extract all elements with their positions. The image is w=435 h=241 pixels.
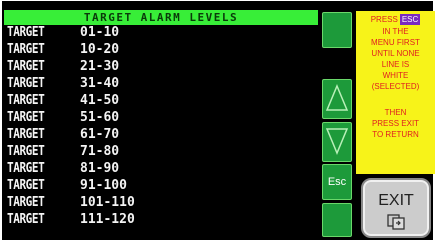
help-line: LINE IS bbox=[381, 60, 410, 69]
arrow-down-icon bbox=[325, 128, 349, 155]
scroll-up-button[interactable] bbox=[322, 79, 352, 119]
help-line: UNTIL NONE bbox=[371, 49, 420, 58]
help-press-text: PRESS bbox=[370, 15, 398, 24]
target-label: TARGET bbox=[7, 42, 45, 57]
target-row[interactable]: TARGET 111-120 bbox=[4, 212, 318, 228]
nav-blank-top-button[interactable] bbox=[322, 12, 352, 48]
exit-icon bbox=[387, 214, 405, 230]
target-row[interactable]: TARGET 61-70 bbox=[4, 127, 318, 143]
target-row[interactable]: TARGET 91-100 bbox=[4, 178, 318, 194]
target-row[interactable]: TARGET 101-110 bbox=[4, 195, 318, 211]
help-line-press: PRESS ESC bbox=[356, 14, 435, 25]
target-label: TARGET bbox=[7, 76, 45, 91]
target-range: 71-80 bbox=[80, 144, 120, 159]
target-row[interactable]: TARGET 10-20 bbox=[4, 42, 318, 58]
target-label: TARGET bbox=[7, 178, 45, 193]
target-range: 61-70 bbox=[80, 127, 120, 142]
target-label: TARGET bbox=[7, 161, 45, 176]
target-row[interactable]: TARGET 71-80 bbox=[4, 144, 318, 160]
target-label: TARGET bbox=[7, 127, 45, 142]
target-range: 41-50 bbox=[80, 93, 120, 108]
help-line: PRESS EXIT bbox=[371, 119, 420, 128]
target-range: 101-110 bbox=[80, 195, 135, 210]
help-line: (SELECTED) bbox=[371, 82, 420, 91]
target-label: TARGET bbox=[7, 212, 45, 227]
help-panel: PRESS ESC IN THE MENU FIRST UNTIL NONE LI… bbox=[356, 11, 435, 174]
target-range: 21-30 bbox=[80, 59, 120, 74]
target-label: TARGET bbox=[7, 25, 45, 40]
target-row[interactable]: TARGET 81-90 bbox=[4, 161, 318, 177]
help-line: TO RETURN bbox=[372, 130, 419, 139]
target-row[interactable]: TARGET 41-50 bbox=[4, 93, 318, 109]
target-label: TARGET bbox=[7, 195, 45, 210]
help-line: MENU FIRST bbox=[371, 38, 420, 47]
help-line: THEN bbox=[384, 108, 407, 117]
target-range: 81-90 bbox=[80, 161, 120, 176]
target-row[interactable]: TARGET 01-10 bbox=[4, 25, 318, 41]
target-range: 91-100 bbox=[80, 178, 127, 193]
target-range: 01-10 bbox=[80, 25, 120, 40]
nav-column: Esc bbox=[320, 11, 354, 237]
scroll-down-button[interactable] bbox=[322, 122, 352, 162]
target-label: TARGET bbox=[7, 110, 45, 125]
target-row[interactable]: TARGET 31-40 bbox=[4, 76, 318, 92]
exit-label: EXIT bbox=[378, 192, 414, 209]
target-range: 10-20 bbox=[80, 42, 120, 57]
target-row[interactable]: TARGET 21-30 bbox=[4, 59, 318, 75]
target-range: 31-40 bbox=[80, 76, 120, 91]
target-row[interactable]: TARGET 51-60 bbox=[4, 110, 318, 126]
esc-chip: ESC bbox=[399, 14, 421, 25]
target-range: 51-60 bbox=[80, 110, 120, 125]
target-label: TARGET bbox=[7, 144, 45, 159]
help-line: IN THE bbox=[382, 27, 409, 36]
help-line: WHITE bbox=[382, 71, 409, 80]
arrow-up-icon bbox=[325, 84, 349, 111]
device-screen: TARGET ALARM LEVELS TARGET 01-10 TARGET 10… bbox=[2, 1, 435, 240]
nav-blank-bottom-button[interactable] bbox=[322, 203, 352, 237]
list-header: TARGET ALARM LEVELS bbox=[4, 10, 318, 25]
target-list-panel: TARGET ALARM LEVELS TARGET 01-10 TARGET 10… bbox=[4, 10, 318, 232]
target-range: 111-120 bbox=[80, 212, 135, 227]
target-label: TARGET bbox=[7, 59, 45, 74]
target-label: TARGET bbox=[7, 93, 45, 108]
esc-button[interactable]: Esc bbox=[322, 164, 352, 200]
exit-button[interactable]: EXIT bbox=[361, 178, 431, 238]
